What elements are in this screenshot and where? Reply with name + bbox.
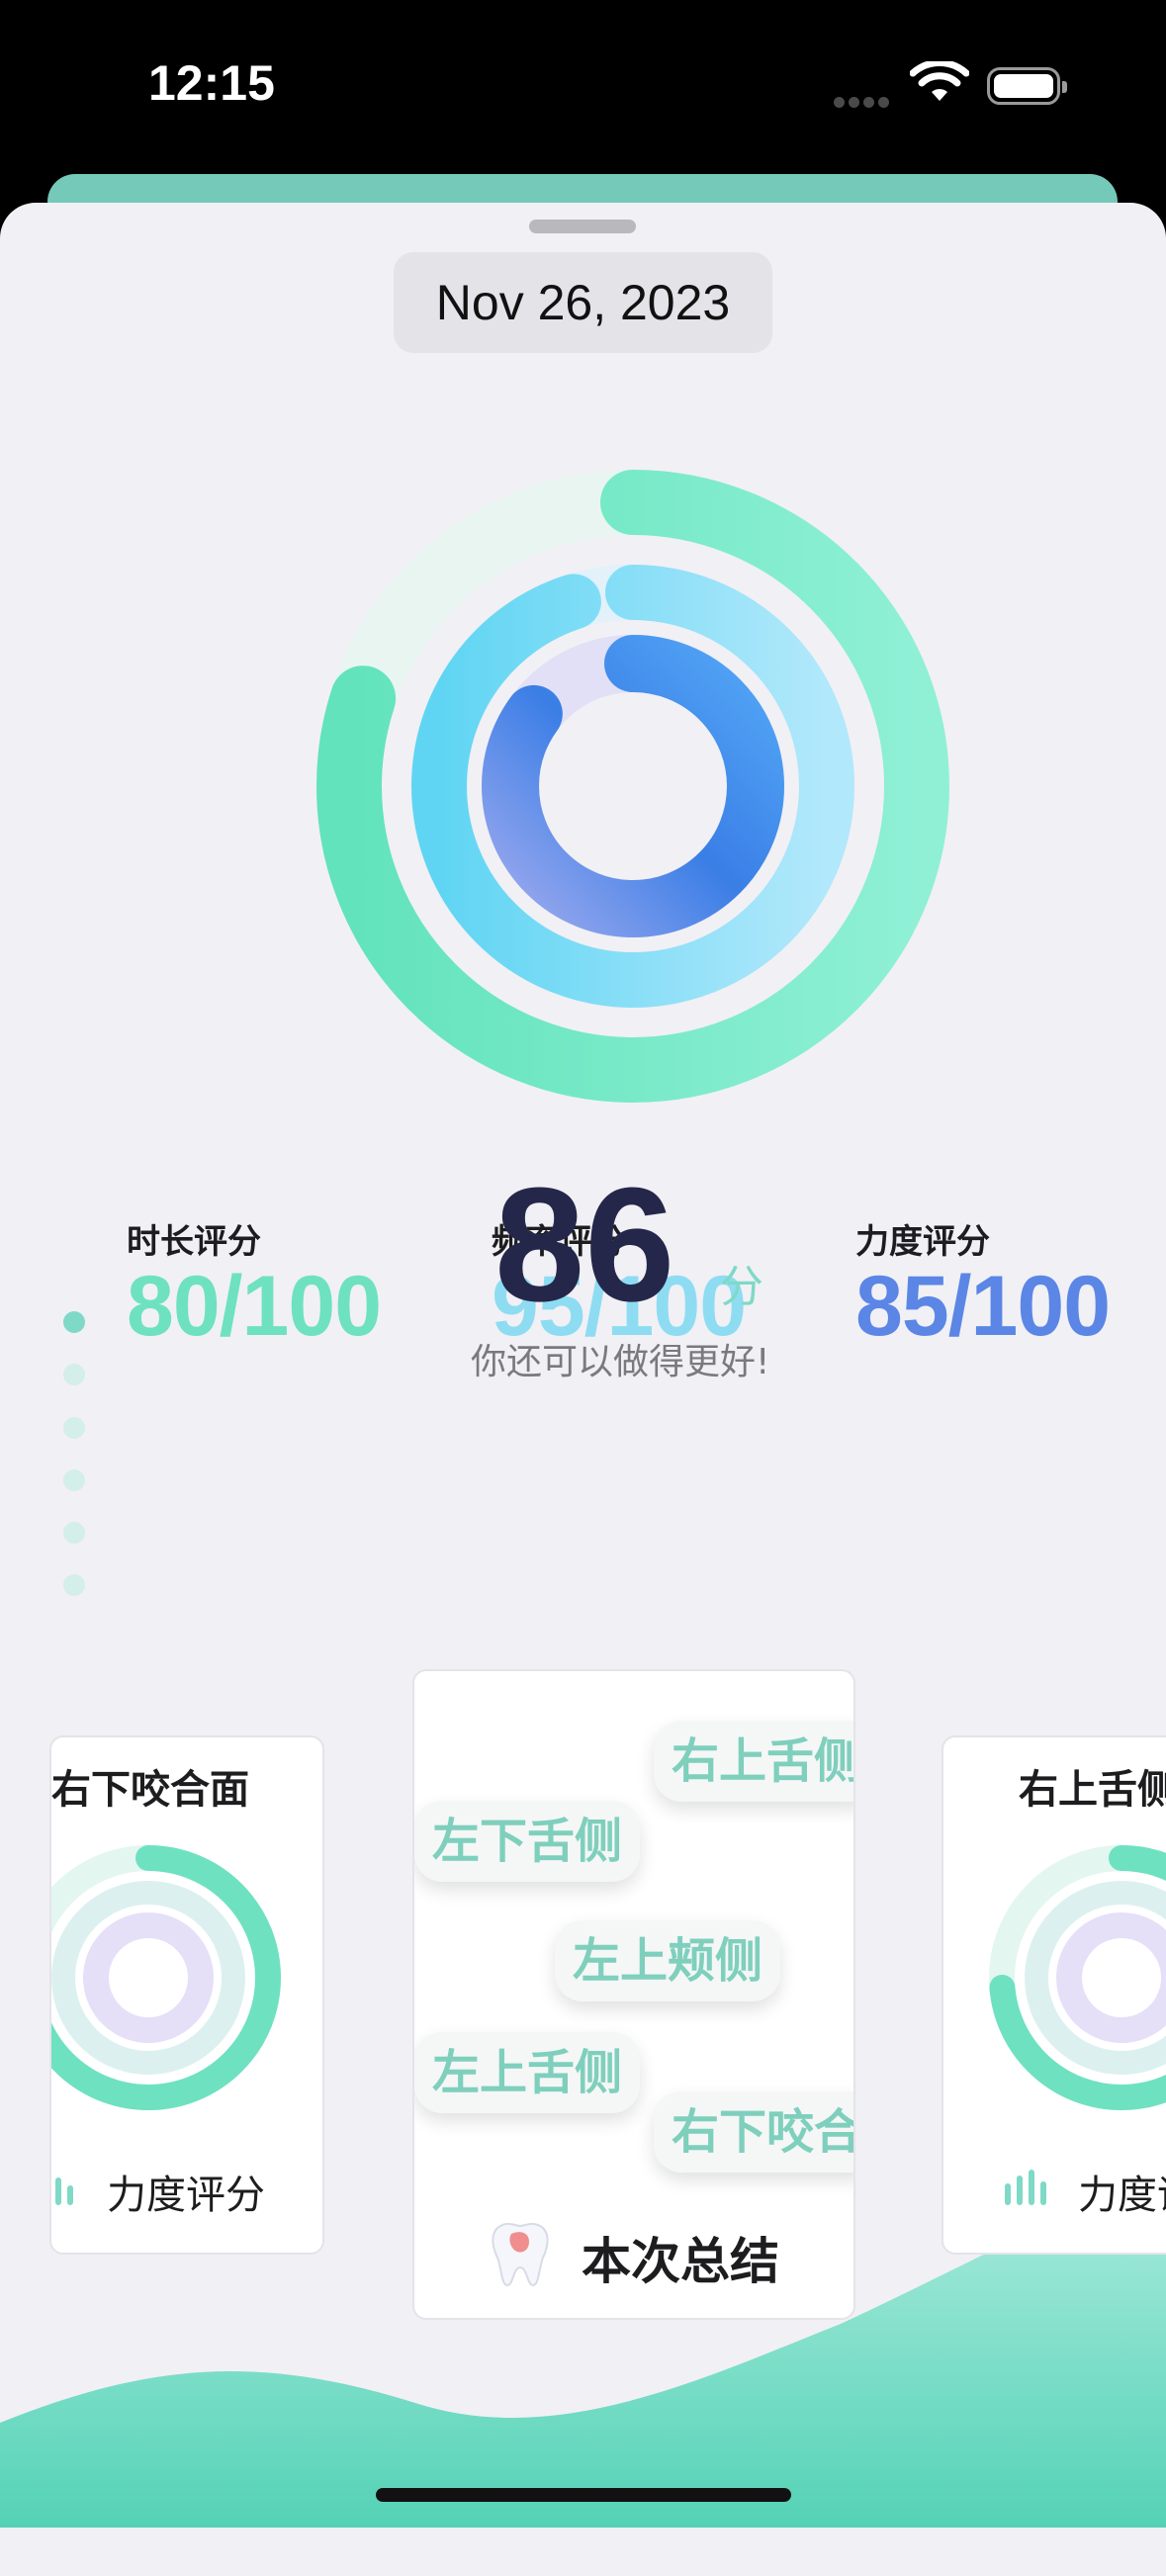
region-card-title: 右上舌侧 bbox=[1019, 1767, 1166, 1813]
region-card-rings bbox=[51, 1845, 281, 2110]
pager-dot-3[interactable] bbox=[63, 1417, 85, 1439]
pager-dot-5[interactable] bbox=[63, 1522, 85, 1544]
region-card-title: 右下咬合面 bbox=[51, 1767, 249, 1813]
bar-chart-icon bbox=[55, 2177, 73, 2205]
region-chip[interactable]: 右上舌侧 bbox=[654, 1721, 853, 1802]
home-indicator[interactable] bbox=[376, 2488, 791, 2502]
tooth-icon bbox=[492, 2222, 549, 2287]
total-score-unit: 分 bbox=[720, 1262, 763, 1312]
duration-score-label: 时长评分 bbox=[127, 1222, 261, 1262]
encouragement-text: 你还可以做得更好! bbox=[471, 1342, 770, 1382]
ring-strength bbox=[482, 635, 784, 937]
score-rings bbox=[316, 470, 949, 1103]
strength-score-label: 力度评分 bbox=[855, 1222, 990, 1262]
region-chip[interactable]: 左下舌侧 bbox=[414, 1801, 641, 1882]
region-card-footer: 力度评分 bbox=[107, 2173, 265, 2218]
bar-chart-icon bbox=[1005, 2170, 1046, 2205]
duration-score-value: 80/100 bbox=[127, 1259, 382, 1354]
region-chip[interactable]: 右下咬合 bbox=[654, 2091, 853, 2173]
pager-dot-1[interactable] bbox=[63, 1311, 85, 1333]
region-card-footer: 力度评分 bbox=[1078, 2173, 1166, 2218]
region-chip[interactable]: 左上颊侧 bbox=[555, 1920, 781, 2001]
pager-dot-6[interactable] bbox=[63, 1574, 85, 1596]
pager-dot-2[interactable] bbox=[63, 1364, 85, 1385]
region-card-rings bbox=[989, 1845, 1166, 2110]
region-card-right[interactable]: 右上舌侧 力度评分 bbox=[942, 1735, 1166, 2255]
region-chip[interactable]: 左上舌侧 bbox=[414, 2032, 641, 2113]
total-score: 86 bbox=[494, 1154, 675, 1335]
strength-score-value: 85/100 bbox=[855, 1259, 1111, 1354]
region-card-left[interactable]: 右下咬合面 力度评分 bbox=[49, 1735, 324, 2255]
pager-dot-4[interactable] bbox=[63, 1469, 85, 1491]
summary-card-footer: 本次总结 bbox=[582, 2233, 779, 2290]
